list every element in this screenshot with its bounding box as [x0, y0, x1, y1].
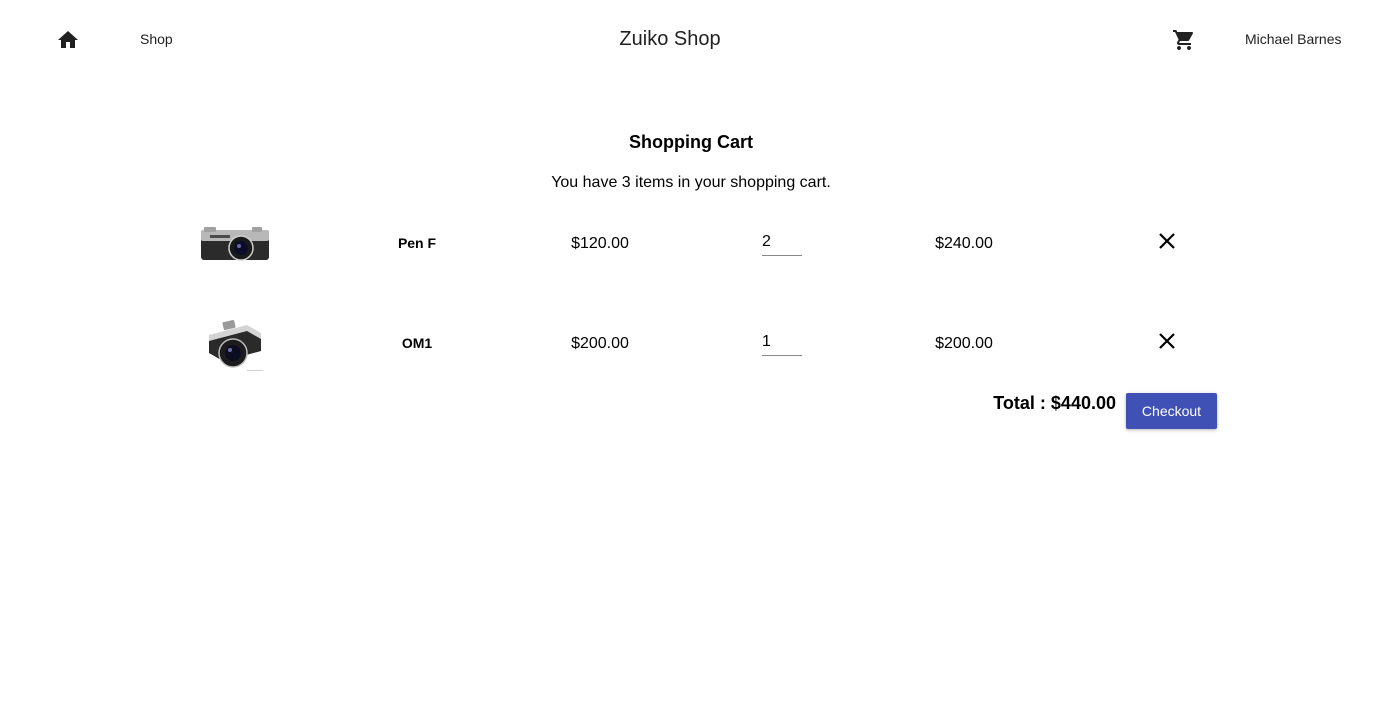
item-price: $120.00 [571, 235, 629, 252]
item-name: OM1 [401, 335, 433, 351]
quantity-field [762, 230, 802, 256]
quantity-field [762, 330, 802, 356]
page: Shop Zuiko Shop Michael Barnes Shopping … [0, 0, 1374, 718]
cart-title: Shopping Cart [629, 132, 753, 152]
item-name: Pen F [397, 235, 437, 251]
remove-item-button[interactable] [1155, 329, 1179, 353]
cart-item-row: OM1 $200.00 $200.00 [0, 310, 1374, 380]
item-subtotal: $240.00 [935, 235, 993, 252]
camera-image [201, 227, 269, 261]
close-icon [1159, 333, 1175, 349]
user-name-link[interactable]: Michael Barnes [1245, 31, 1342, 47]
remove-item-button[interactable] [1155, 229, 1179, 253]
close-icon [1159, 233, 1175, 249]
app-title: Zuiko Shop [619, 28, 721, 50]
cart-button[interactable] [1168, 24, 1200, 56]
top-app-bar: Shop Zuiko Shop Michael Barnes [0, 0, 1374, 80]
cart-item-row: Pen F $120.00 $240.00 [0, 210, 1374, 280]
product-image [199, 210, 271, 278]
shopping-cart-icon [1173, 30, 1194, 50]
quantity-input[interactable] [762, 230, 802, 254]
quantity-input[interactable] [762, 330, 802, 354]
product-image [199, 310, 271, 378]
item-subtotal: $200.00 [935, 335, 993, 352]
camera-image [209, 320, 263, 371]
cart-total: Total : $440.00 [993, 393, 1116, 413]
checkout-button[interactable]: Checkout [1126, 393, 1217, 429]
item-price: $200.00 [571, 335, 629, 352]
cart-summary: You have 3 items in your shopping cart. [551, 174, 831, 191]
